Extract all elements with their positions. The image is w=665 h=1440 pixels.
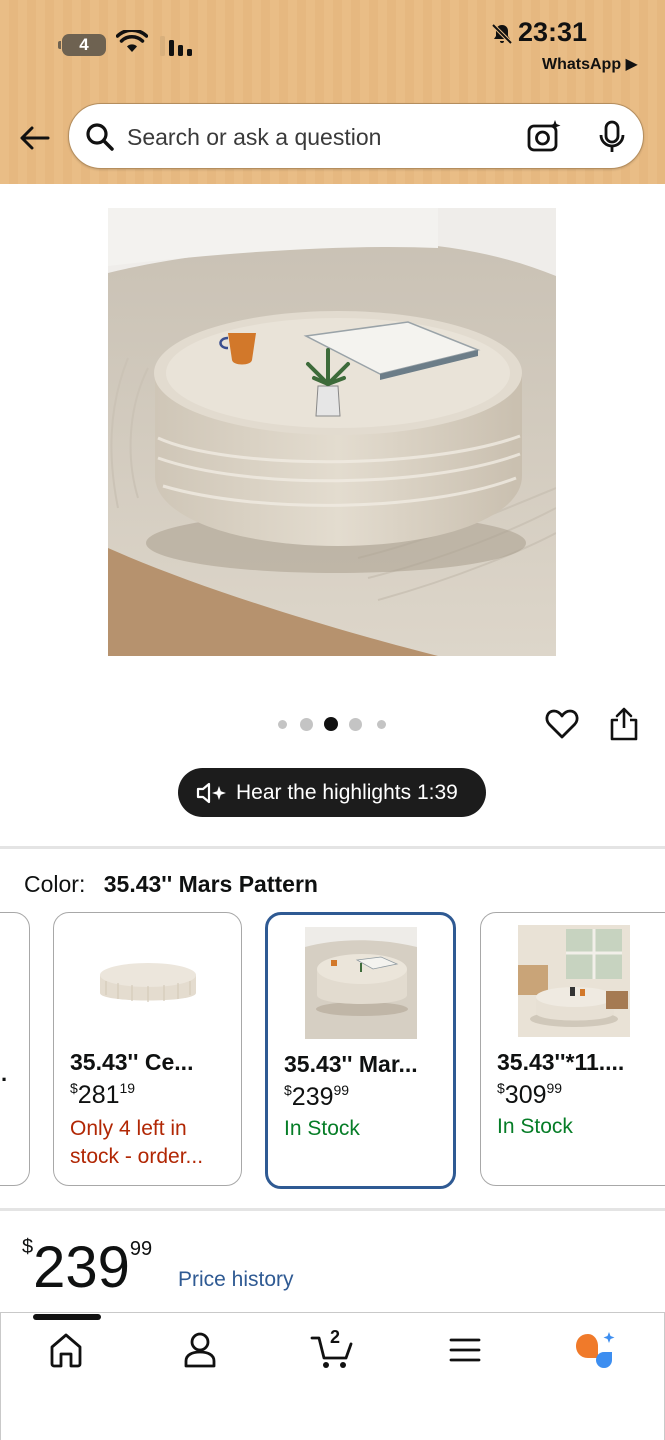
variant-stock-status: In Stock	[284, 1117, 360, 1140]
silent-bell-icon	[491, 23, 513, 45]
variant-price: $23999	[284, 1082, 350, 1111]
variant-name-truncated: .	[1, 1061, 8, 1086]
heart-icon[interactable]	[545, 707, 579, 741]
product-price: $23999	[22, 1234, 152, 1301]
variant-thumbnail	[92, 925, 204, 1037]
variant-card[interactable]: 35.43'' Ce... $28119 Only 4 left in stoc…	[53, 912, 242, 1186]
cellular-signal-icon	[160, 36, 192, 56]
price-currency: $	[22, 1236, 34, 1258]
cart-count-badge: 2	[330, 1327, 341, 1347]
active-tab-indicator	[33, 1314, 101, 1320]
account-icon[interactable]	[183, 1330, 217, 1370]
variant-card-selected[interactable]: 35.43'' Mar... $23999 In Stock	[265, 912, 456, 1189]
rufus-assistant-icon[interactable]	[574, 1330, 618, 1370]
menu-icon[interactable]	[448, 1330, 482, 1370]
color-value: 35.43'' Mars Pattern	[103, 871, 318, 897]
status-bar: 4 23:31 WhatsApp ▶	[0, 0, 665, 90]
share-icon[interactable]	[608, 706, 640, 742]
pagination-dot[interactable]	[278, 719, 287, 729]
variant-thumbnail	[518, 925, 630, 1037]
camera-search-icon[interactable]	[526, 119, 562, 155]
speaker-sparkle-icon	[196, 782, 226, 803]
pagination-dot[interactable]	[377, 719, 386, 729]
variant-card-partial[interactable]: .	[0, 912, 30, 1186]
home-icon[interactable]	[48, 1330, 84, 1370]
pagination-dot[interactable]	[300, 717, 313, 731]
microphone-icon[interactable]	[597, 120, 627, 154]
variant-price: $30999	[497, 1080, 563, 1109]
pagination-dot-active[interactable]	[324, 717, 338, 731]
variant-stock-status: In Stock	[497, 1115, 573, 1138]
divider	[0, 846, 665, 849]
wifi-icon	[116, 30, 148, 52]
hear-highlights-label: Hear the highlights 1:39	[236, 780, 458, 804]
variant-card[interactable]: 35.43''*11.... $30999 In Stock	[480, 912, 665, 1186]
price-history-link[interactable]: Price history	[178, 1268, 294, 1292]
variant-price: $28119	[70, 1080, 136, 1109]
search-input[interactable]: Search or ask a question	[127, 124, 381, 151]
price-whole: 239	[33, 1235, 130, 1300]
back-to-app-link[interactable]: WhatsApp ▶	[542, 54, 638, 74]
image-pagination[interactable]	[278, 716, 386, 732]
product-image[interactable]	[108, 208, 556, 656]
battery-indicator: 4	[58, 34, 106, 56]
back-arrow-icon[interactable]	[17, 120, 53, 156]
color-selector-label: Color: 35.43'' Mars Pattern	[24, 871, 318, 898]
status-time: 23:31	[518, 17, 588, 47]
color-label: Color:	[24, 871, 86, 897]
price-cents: 99	[129, 1238, 153, 1260]
search-icon	[86, 123, 114, 151]
pagination-dot[interactable]	[349, 717, 362, 731]
variant-stock-status: Only 4 left in stock - order...	[70, 1117, 204, 1168]
variant-name: 35.43'' Ce...	[70, 1049, 194, 1075]
divider	[0, 1208, 665, 1211]
search-bar[interactable]: Search or ask a question	[68, 103, 644, 169]
variant-name: 35.43''*11....	[497, 1049, 625, 1075]
header: 4 23:31 WhatsApp ▶ Search or ask a quest…	[0, 0, 665, 184]
hear-highlights-button[interactable]: Hear the highlights 1:39	[178, 768, 486, 817]
variant-thumbnail	[305, 927, 417, 1039]
variant-name: 35.43'' Mar...	[284, 1051, 418, 1077]
